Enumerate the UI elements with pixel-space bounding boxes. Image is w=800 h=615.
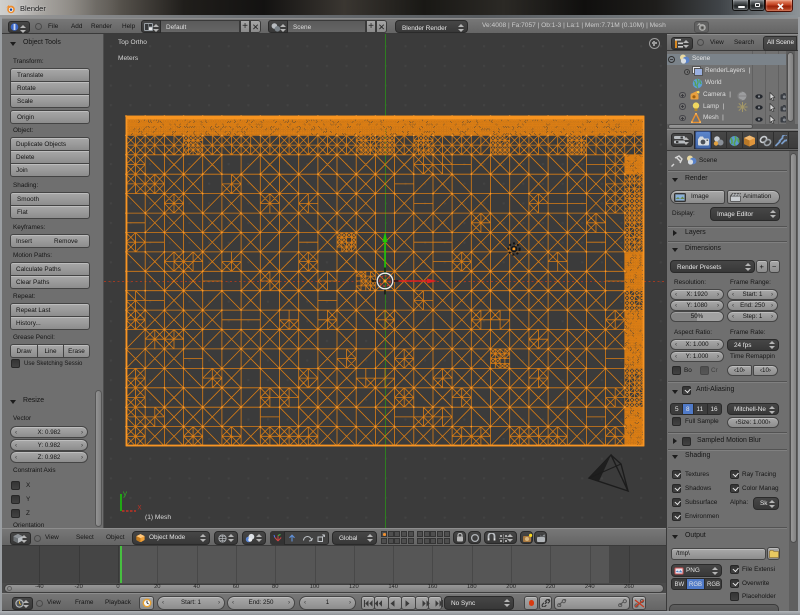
svg-text:y: y	[123, 489, 127, 498]
svg-text:x: x	[138, 503, 142, 512]
